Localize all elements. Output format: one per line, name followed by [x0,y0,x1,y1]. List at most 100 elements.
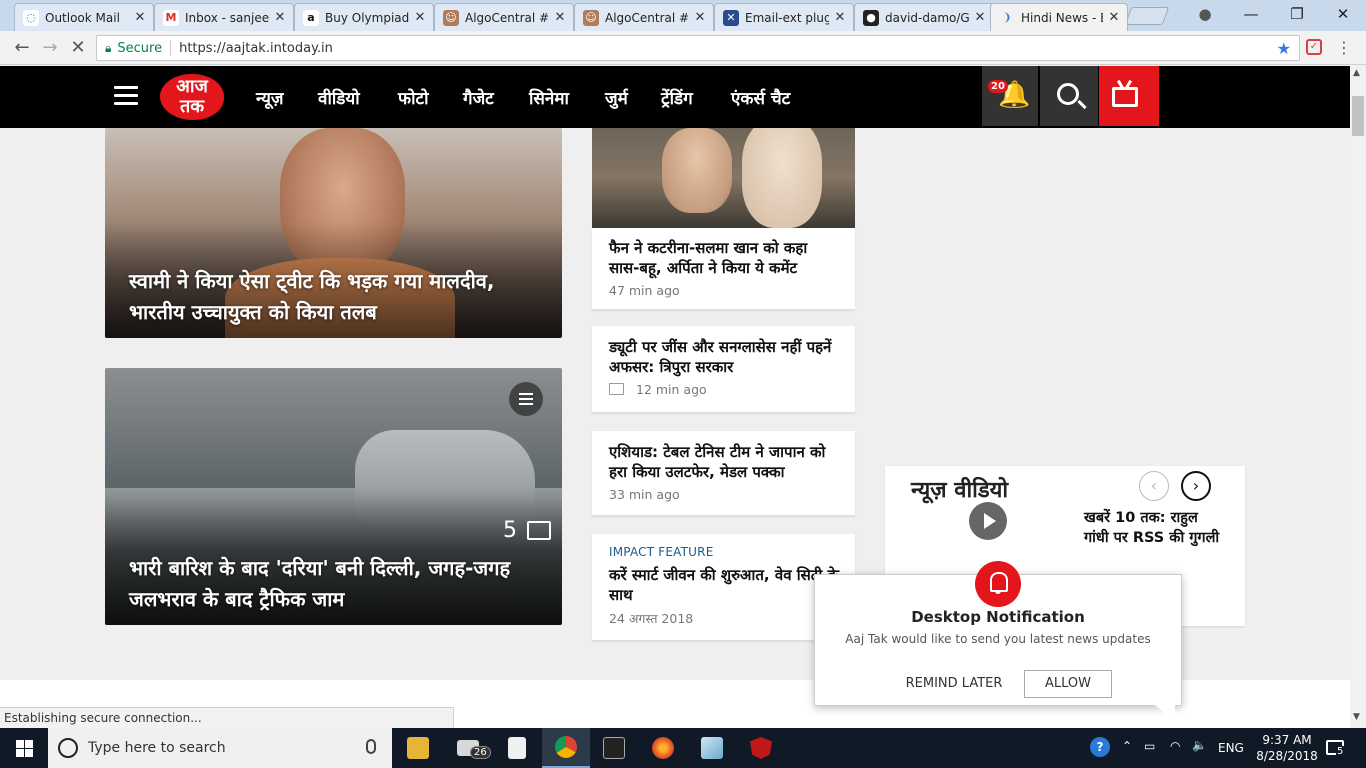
outlook-favicon-icon: ◌ [23,9,39,26]
url-text: https://aajtak.intoday.in [179,40,333,56]
news-title[interactable]: फैन ने कटरीना-सलमा खान को कहा सास-बहू, अ… [609,238,839,278]
tab-close-icon[interactable]: ✕ [553,10,567,25]
clock-time: 9:37 AM [1262,733,1312,747]
carousel-prev-button[interactable]: ‹ [1139,471,1169,501]
mail-unread-badge: 26 [470,746,491,759]
help-icon[interactable]: ? [1090,737,1110,757]
remind-later-button[interactable]: REMIND LATER [899,670,1009,698]
file-explorer-taskbar-icon[interactable] [394,728,442,768]
nav-video[interactable]: वीडियो [318,86,360,109]
news-time: 12 min ago [636,382,707,397]
volume-icon[interactable]: 🔈 [1192,738,1207,752]
tab-close-icon[interactable]: ✕ [693,10,707,25]
github-favicon-icon: ● [863,9,879,26]
aajtak-logo[interactable]: आज तक [160,74,224,120]
nav-gadget[interactable]: गैजेट [463,86,494,109]
tab-label: AlgoCentral #7 [465,10,549,25]
wifi-icon[interactable]: ◠ [1170,739,1180,753]
photo-story-card[interactable]: 5 भारी बारिश के बाद 'दरिया' बनी दिल्ली, … [105,368,562,625]
tab-label: Outlook Mail [45,10,120,25]
featured-story-card[interactable]: स्वामी ने किया ऐसा ट्वीट कि भड़क गया माल… [105,128,562,338]
gallery-icon [527,521,551,540]
address-bar[interactable]: 🔒︎ Secure https://aajtak.intoday.in ★ [96,35,1300,61]
allow-button[interactable]: ALLOW [1024,670,1112,698]
video-headline[interactable]: खबरें 10 तक: राहुल गांधी पर RSS की गुगली [1084,508,1224,548]
hamburger-menu-icon[interactable] [114,86,138,106]
play-icon[interactable] [969,502,1007,540]
minimize-button[interactable]: — [1240,4,1262,24]
terminal-taskbar-icon[interactable] [590,728,638,768]
nav-news[interactable]: न्यूज़ [256,86,284,109]
forward-button[interactable]: → [38,36,62,60]
browser-toolbar: ← → ✕ 🔒︎ Secure https://aajtak.intoday.i… [0,31,1366,65]
taskbar-search-box[interactable]: Type here to search [48,728,392,768]
nav-cinema[interactable]: सिनेमा [529,86,569,109]
scroll-down-arrow-icon[interactable]: ▼ [1353,712,1360,722]
nav-trending[interactable]: ट्रेंडिंग [661,86,693,109]
tab-close-icon[interactable]: ✕ [833,10,847,25]
microphone-icon[interactable] [366,739,376,754]
tab-algocentral-7[interactable]: ☺ AlgoCentral #7 ✕ [434,3,574,31]
tab-close-icon[interactable]: ✕ [973,10,987,25]
scrollbar-thumb[interactable] [1352,96,1364,136]
notepad-taskbar-icon[interactable] [688,728,736,768]
nav-photo[interactable]: फोटो [398,86,428,109]
battery-icon[interactable]: ▭ [1144,739,1155,753]
news-list-item[interactable]: फैन ने कटरीना-सलमा खान को कहा सास-बहू, अ… [592,228,855,310]
tab-algocentral-8[interactable]: ☺ AlgoCentral #8 ✕ [574,3,714,31]
widget-title: न्यूज़ वीडियो [911,478,1009,503]
photo-count: 5 [503,518,517,543]
profile-icon[interactable]: ● [1194,4,1216,24]
story-headline[interactable]: भारी बारिश के बाद 'दरिया' बनी दिल्ली, जग… [129,553,544,615]
news-list-item[interactable]: एशियाड: टेबल टेनिस टीम ने जापान को हरा क… [592,431,855,516]
news-list-item[interactable]: ड्यूटी पर जींस और सनग्लासेस नहीं पहनें अ… [592,326,855,413]
input-language[interactable]: ENG [1218,741,1244,755]
tab-gmail-inbox[interactable]: M Inbox - sanjeev ✕ [154,3,294,31]
tab-close-icon[interactable]: ✕ [1107,10,1121,25]
action-center-count: 5 [1336,746,1345,757]
pocket-extension-icon[interactable]: ✓ [1306,39,1322,55]
new-tab-button[interactable] [1124,7,1170,25]
firefox-taskbar-icon[interactable] [639,728,687,768]
mcafee-taskbar-icon[interactable] [737,728,785,768]
news-time: 33 min ago [609,487,680,502]
lock-icon: 🔒︎ [105,40,112,55]
story-thumbnail[interactable] [592,128,855,228]
tab-close-icon[interactable]: ✕ [273,10,287,25]
tab-close-icon[interactable]: ✕ [133,10,147,25]
live-tv-button[interactable] [1099,66,1159,126]
taskbar-clock[interactable]: 9:37 AM 8/28/2018 [1254,732,1320,764]
back-button[interactable]: ← [10,36,34,60]
list-icon[interactable] [509,382,543,416]
nav-crime[interactable]: जुर्म [605,86,628,109]
chrome-taskbar-icon[interactable] [542,728,590,768]
chrome-menu-icon[interactable]: ⋮ [1336,36,1352,60]
stop-loading-button[interactable]: ✕ [66,36,90,60]
tab-github-david-damo[interactable]: ● david-damo/G ✕ [854,3,994,31]
notifications-button[interactable]: 🔔 20 [982,66,1038,126]
nav-anchors-chat[interactable]: एंकर्स चैट [731,86,790,109]
close-window-button[interactable]: ✕ [1332,4,1354,24]
maximize-button[interactable]: ❐ [1286,4,1308,24]
tab-hindi-news-active[interactable]: ❩ Hindi News - B ✕ [990,3,1128,31]
news-title[interactable]: करें स्मार्ट जीवन की शुरुआत, वेव सिटी के… [609,565,839,605]
tab-close-icon[interactable]: ✕ [413,10,427,25]
scroll-up-arrow-icon[interactable]: ▲ [1353,68,1360,78]
sticky-notes-taskbar-icon[interactable] [493,728,541,768]
tab-amazon-olympiad[interactable]: a Buy Olympiad E ✕ [294,3,434,31]
logo-line-2: तक [179,96,205,117]
news-title[interactable]: एशियाड: टेबल टेनिस टीम ने जापान को हरा क… [609,442,839,482]
windows-start-icon[interactable] [0,728,48,768]
tab-label: AlgoCentral #8 [605,10,689,25]
bookmark-star-icon[interactable]: ★ [1277,39,1291,58]
impact-feature-label: IMPACT FEATURE [609,545,714,559]
site-search-button[interactable] [1040,66,1098,126]
page-scrollbar[interactable]: ▲ ▼ [1350,66,1366,728]
tab-outlook-mail[interactable]: ◌ Outlook Mail ✕ [14,3,154,31]
show-hidden-icons-icon[interactable]: ⌃ [1122,739,1132,753]
story-headline[interactable]: स्वामी ने किया ऐसा ट्वीट कि भड़क गया माल… [129,266,544,328]
tab-email-ext-plugin[interactable]: ✕ Email-ext plugi ✕ [714,3,854,31]
carousel-next-button[interactable]: › [1181,471,1211,501]
news-title[interactable]: ड्यूटी पर जींस और सनग्लासेस नहीं पहनें अ… [609,337,839,377]
site-header: आज तक न्यूज़ वीडियो फोटो गैजेट सिनेमा जु… [0,66,1350,128]
